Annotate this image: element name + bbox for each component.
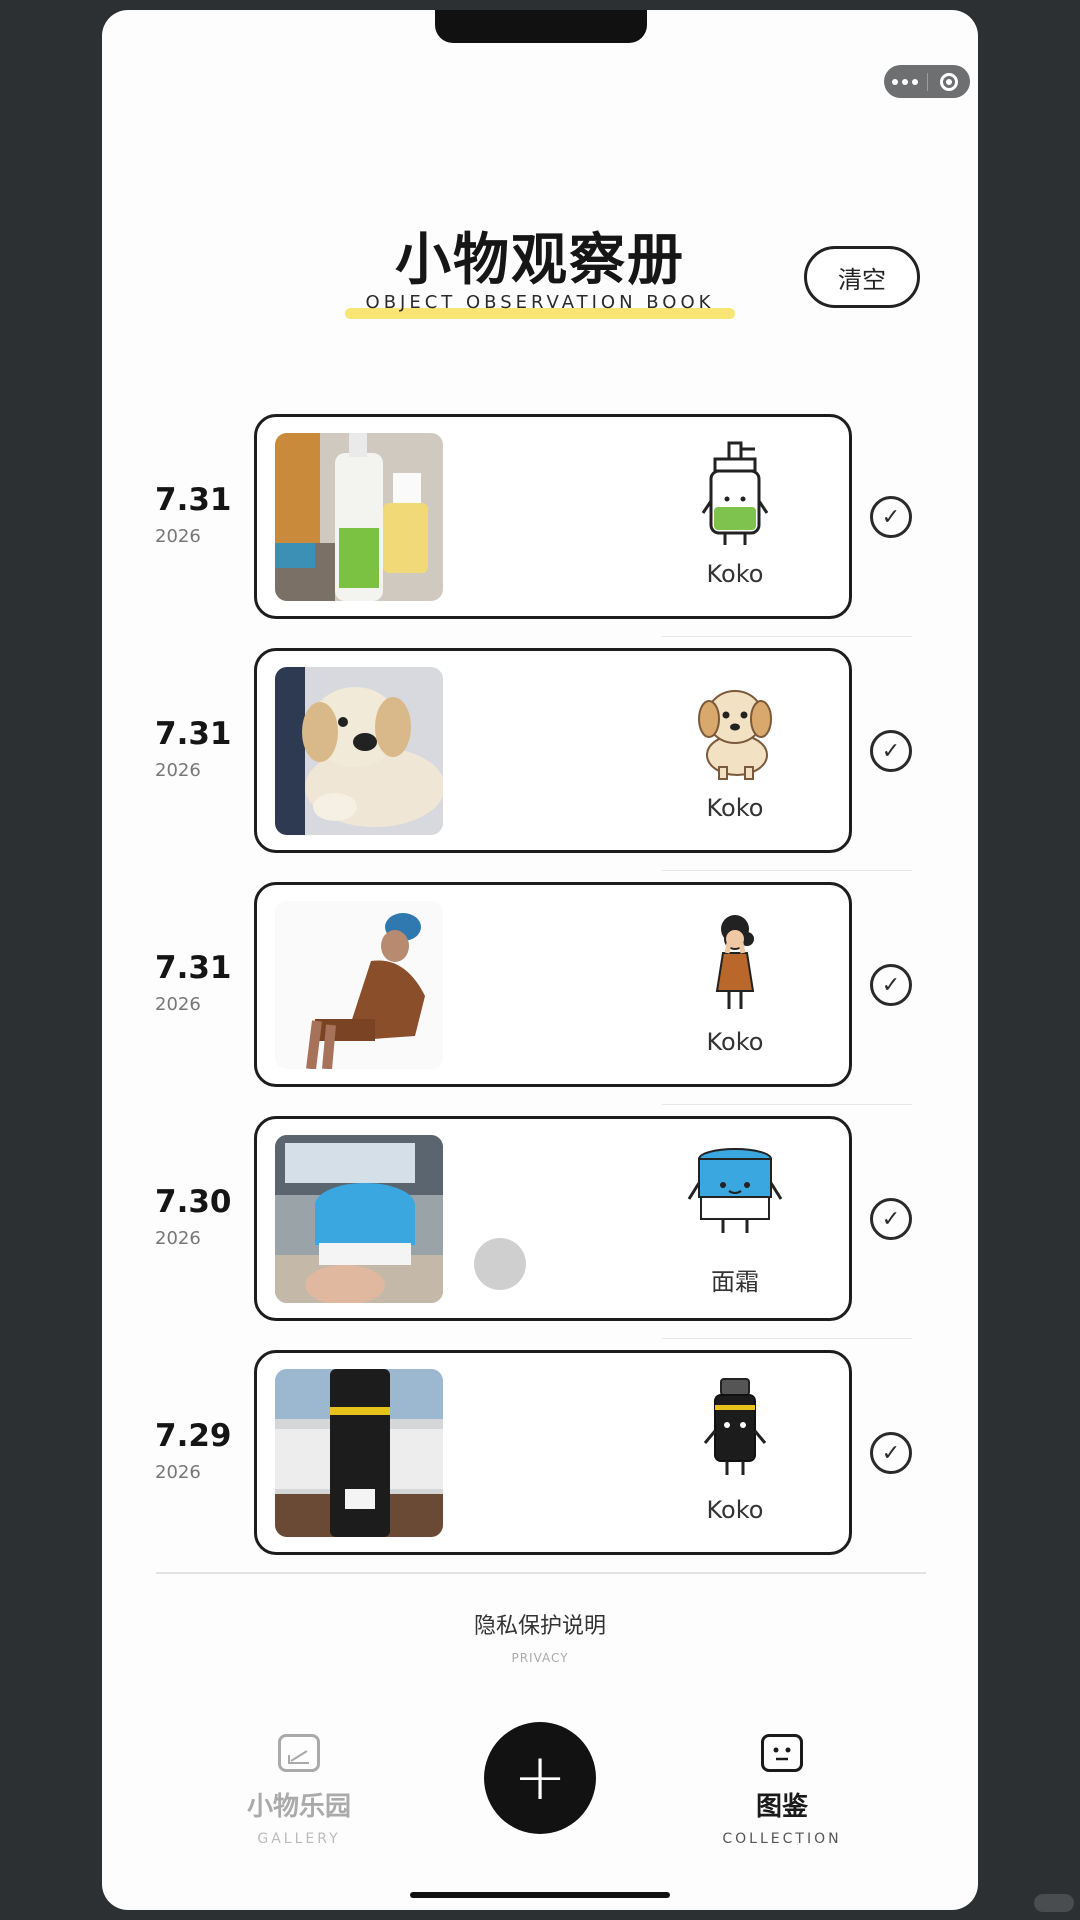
tab-gallery[interactable]: 小物乐园 GALLERY [219, 1734, 379, 1847]
entry-date: 7.29 [155, 1418, 232, 1454]
cream-jar-sticker-icon [685, 1143, 785, 1251]
seated-person-photo [275, 901, 443, 1069]
check-icon[interactable]: ✓ [870, 496, 912, 538]
touch-indicator [474, 1238, 526, 1290]
watermark-badge [1034, 1894, 1074, 1912]
tab-gallery-label: 小物乐园 [246, 1792, 351, 1822]
observation-card[interactable]: Koko [254, 414, 852, 619]
entry-name: Koko [706, 794, 764, 822]
check-icon[interactable]: ✓ [870, 1198, 912, 1240]
puppy-sticker-icon [685, 675, 785, 783]
tab-collection-sub: COLLECTION [722, 1831, 842, 1847]
check-icon[interactable]: ✓ [870, 964, 912, 1006]
bottle-sticker-icon [685, 441, 785, 549]
page-subtitle-block: OBJECT OBSERVATION BOOK [345, 292, 735, 322]
entry-name: Koko [706, 560, 764, 588]
tab-gallery-sub: GALLERY [257, 1831, 341, 1847]
entry-date: 7.30 [155, 1184, 232, 1220]
entry-name: 面霜 [711, 1268, 759, 1296]
observation-entry: 7.31 2026 Koko ✓ [102, 648, 978, 871]
observation-card[interactable]: Koko [254, 648, 852, 853]
black-bottle-photo [275, 1369, 443, 1537]
entry-year: 2026 [155, 760, 201, 781]
cream-jar-photo [275, 1135, 443, 1303]
check-icon[interactable]: ✓ [870, 1432, 912, 1474]
entry-name: Koko [706, 1496, 764, 1524]
face-icon [761, 1734, 803, 1772]
entry-date: 7.31 [155, 482, 232, 518]
more-menu-icon[interactable] [884, 78, 927, 85]
entry-year: 2026 [155, 526, 201, 547]
miniprogram-capsule[interactable] [884, 65, 970, 98]
lotion-bottle-photo [275, 433, 443, 601]
observation-entry: 7.31 2026 Koko ✓ [102, 414, 978, 637]
device-notch [435, 10, 647, 43]
entry-year: 2026 [155, 994, 201, 1015]
observation-card[interactable]: Koko [254, 1350, 852, 1555]
add-button[interactable]: + [484, 1722, 596, 1834]
tab-collection[interactable]: 图鉴 COLLECTION [702, 1734, 862, 1847]
close-miniprogram-icon[interactable] [927, 72, 970, 91]
page-subtitle: OBJECT OBSERVATION BOOK [365, 292, 715, 313]
app-screen: 小物观察册 OBJECT OBSERVATION BOOK 清空 7.31 20… [102, 10, 978, 1910]
entry-date: 7.31 [155, 950, 232, 986]
entry-year: 2026 [155, 1462, 201, 1483]
girl-sticker-icon [685, 909, 785, 1017]
privacy-link[interactable]: 隐私保护说明 [102, 1608, 978, 1640]
observation-card[interactable]: Koko [254, 882, 852, 1087]
gallery-icon [278, 1734, 320, 1772]
observation-card[interactable]: 面霜 [254, 1116, 852, 1321]
check-icon[interactable]: ✓ [870, 730, 912, 772]
footer-divider [156, 1572, 926, 1574]
observation-entry: 7.30 2026 面霜 ✓ [102, 1116, 978, 1339]
tab-collection-label: 图鉴 [755, 1792, 808, 1822]
puppy-plush-photo [275, 667, 443, 835]
clear-button[interactable]: 清空 [804, 246, 920, 308]
privacy-subtitle: PRIVACY [511, 1651, 569, 1665]
entry-year: 2026 [155, 1228, 201, 1249]
entry-date: 7.31 [155, 716, 232, 752]
observation-entry: 7.31 2026 Koko ✓ [102, 882, 978, 1105]
observation-entry: 7.29 2026 Koko ✓ [102, 1350, 978, 1555]
entry-name: Koko [706, 1028, 764, 1056]
black-bottle-sticker-icon [685, 1377, 785, 1485]
home-indicator[interactable] [410, 1892, 670, 1898]
